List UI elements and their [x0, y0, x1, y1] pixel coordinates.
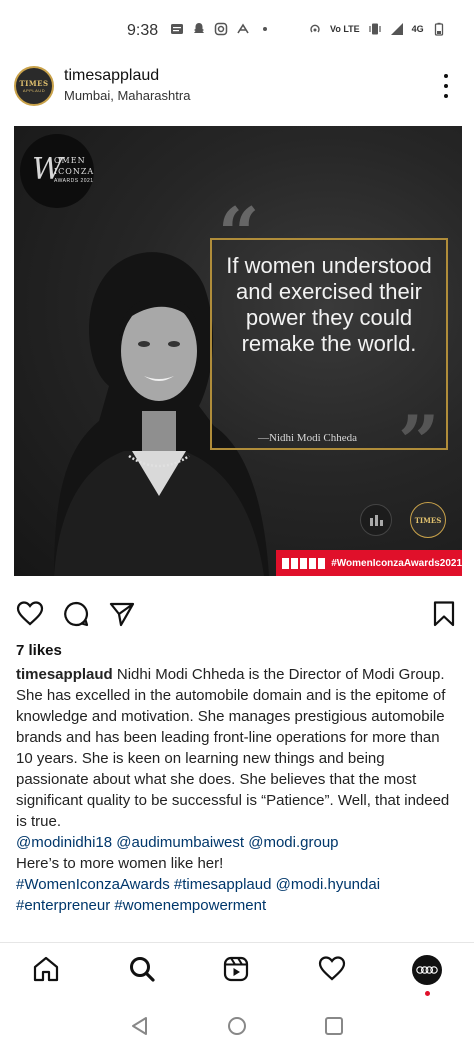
likes-count[interactable]: 7 likes — [16, 642, 62, 659]
more-dot — [444, 84, 448, 88]
youtube-icon — [318, 557, 326, 569]
award-logo-line1: OMEN — [54, 156, 86, 165]
vibrate-icon — [369, 23, 381, 35]
notification-icons — [170, 22, 272, 36]
home-icon[interactable] — [32, 955, 60, 983]
status-bar: 9:38 Vo LTE 4G — [0, 0, 474, 60]
reels-icon[interactable] — [222, 955, 250, 983]
post-username[interactable]: timesapplaud — [64, 67, 159, 85]
caption-closing: Here’s to more women like her! — [16, 855, 224, 872]
more-options-button[interactable] — [436, 74, 456, 98]
share-icon[interactable] — [108, 600, 136, 628]
notification-dot — [425, 991, 430, 996]
caption-mentions[interactable]: @modinidhi18 @audimumbaiwest @modi.group — [16, 832, 460, 853]
award-logo-line3: AWARDS 2021 — [54, 178, 94, 184]
post-caption: timesapplaud Nidhi Modi Chheda is the Di… — [16, 664, 460, 916]
caption-hashtags-line2[interactable]: #enterpreneur #womenempowerment — [16, 895, 460, 916]
quote-author: —Nidhi Modi Chheda — [258, 432, 357, 444]
twitter-icon — [291, 557, 299, 569]
activity-heart-icon[interactable] — [318, 955, 346, 983]
profile-avatar[interactable] — [412, 955, 442, 985]
caption-username[interactable]: timesapplaud — [16, 666, 113, 683]
comment-icon[interactable] — [62, 600, 90, 628]
snapchat-icon — [194, 23, 204, 33]
instagram-icon — [300, 557, 308, 569]
account-avatar[interactable]: TIMES APPLAUD — [14, 66, 54, 106]
battery-icon — [434, 22, 443, 36]
system-status-icons: Vo LTE 4G — [308, 22, 446, 36]
post-action-bar — [0, 596, 474, 632]
sync-icon — [237, 23, 249, 34]
home-circle-icon[interactable] — [225, 1014, 249, 1038]
post-image[interactable]: W OMEN ICONZA AWARDS 2021 “ ” If women u… — [14, 126, 462, 576]
quote-text: If women understood and exercised their … — [226, 253, 432, 356]
search-icon[interactable] — [128, 955, 156, 983]
status-time: 9:38 — [127, 22, 159, 39]
more-dot — [444, 94, 448, 98]
volte-label: Vo LTE — [330, 24, 360, 34]
post-header: TIMES APPLAUD timesapplaud Mumbai, Mahar… — [0, 62, 474, 112]
message-icon — [171, 24, 183, 34]
caption-hashtags-line1[interactable]: #WomenIconzaAwards #timesapplaud @modi.h… — [16, 874, 460, 895]
award-logo-line2: ICONZA — [54, 167, 95, 176]
back-icon[interactable] — [128, 1014, 152, 1038]
caption-body: She has excelled in the automobile domai… — [16, 687, 450, 830]
caption-first-line: Nidhi Modi Chheda is the Director of Mod… — [116, 666, 445, 683]
times-applaud-logo: TIMES — [410, 502, 446, 538]
bookmark-icon[interactable] — [430, 600, 458, 628]
signal-icon — [390, 23, 403, 35]
bottom-navigation — [0, 942, 474, 999]
avatar-logo-subtext: APPLAUD — [22, 87, 46, 93]
avatar-logo-text: TIMES — [19, 78, 49, 88]
more-dot — [444, 74, 448, 78]
award-logo: W OMEN ICONZA AWARDS 2021 — [20, 134, 94, 208]
network-label: 4G — [411, 24, 424, 34]
close-quote-mark: ” — [398, 399, 440, 484]
audi-rings-icon — [416, 966, 438, 974]
hashtag-banner-text: #WomenIconzaAwards2021 — [331, 557, 462, 569]
recents-icon[interactable] — [322, 1014, 346, 1038]
dot-icon — [263, 27, 267, 31]
instagram-icon — [214, 22, 228, 36]
linkedin-icon — [309, 557, 317, 569]
partner-logo-icon — [370, 515, 383, 526]
post-location[interactable]: Mumbai, Maharashtra — [64, 88, 190, 103]
partner-logo — [360, 504, 392, 536]
hashtag-banner: #WomenIconzaAwards2021 — [276, 550, 462, 576]
caption-first-paragraph: timesapplaud Nidhi Modi Chheda is the Di… — [16, 664, 460, 685]
hotspot-icon — [310, 24, 320, 33]
facebook-icon — [282, 557, 290, 569]
system-navigation-bar — [0, 1000, 474, 1053]
heart-icon[interactable] — [16, 600, 44, 628]
